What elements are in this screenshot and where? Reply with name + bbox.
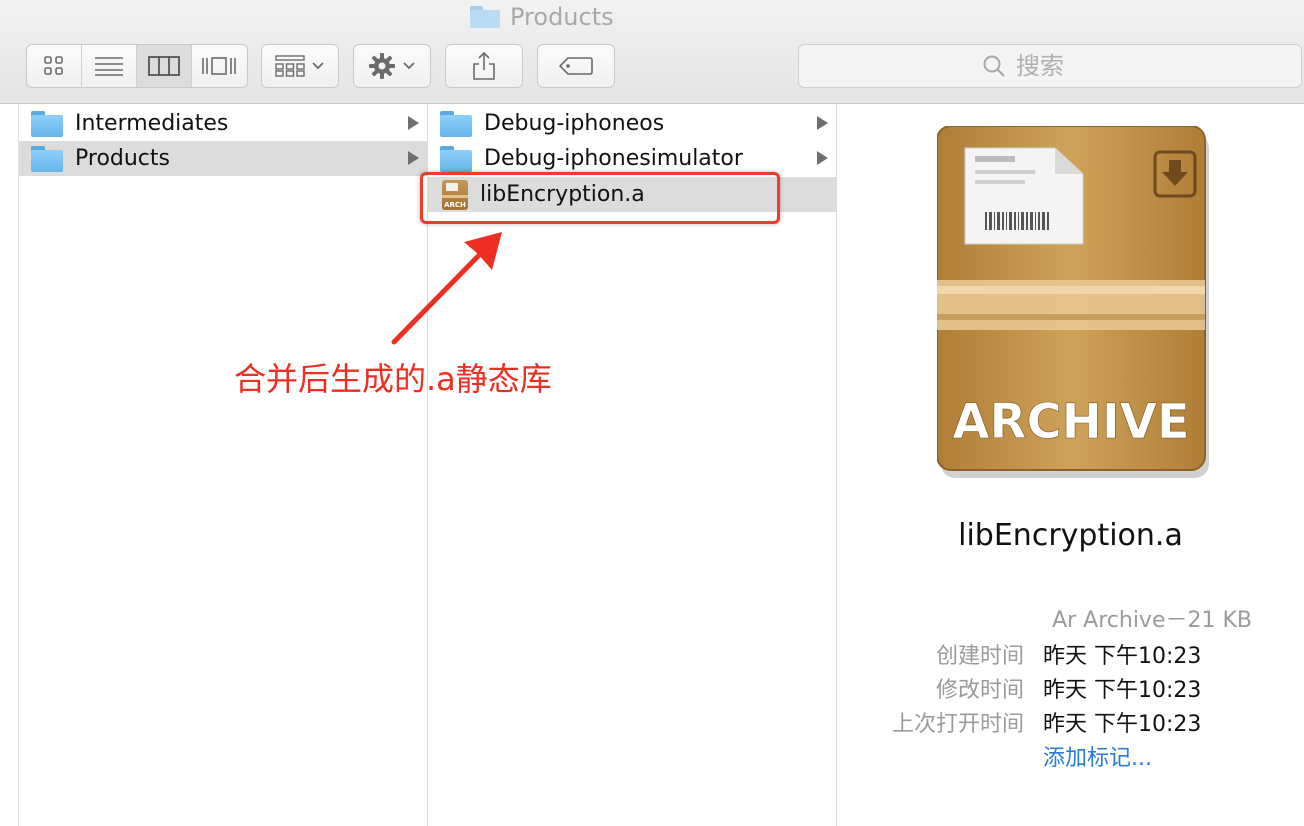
arrange-button[interactable] [261, 44, 339, 88]
chevron-down-icon [403, 62, 415, 70]
disclosure-triangle-icon [408, 151, 419, 165]
gear-icon [369, 53, 395, 79]
column-view-icon [148, 56, 180, 76]
row-label: Intermediates [75, 111, 229, 136]
tag-icon [558, 57, 593, 75]
meta-value: 昨天 下午10:23 [1043, 644, 1202, 669]
preview-pane: ARCHIVE libEncryption.a Ar Archive－21 KB… [837, 104, 1304, 826]
disclosure-triangle-icon [408, 116, 419, 130]
meta-last-opened: 上次打开时间 昨天 下午10:23 [837, 706, 1250, 738]
window-title-text: Products [510, 3, 614, 31]
annotation-text: 合并后生成的.a静态库 [234, 360, 552, 398]
arrange-icon [275, 55, 305, 77]
folder-row-products[interactable]: Products [19, 141, 427, 176]
preview-kind-size: Ar Archive－21 KB [1052, 608, 1252, 633]
list-view-icon [95, 57, 123, 76]
disclosure-triangle-icon [817, 151, 828, 165]
icon-view-icon [44, 56, 63, 75]
action-button[interactable] [353, 44, 431, 88]
meta-value: 昨天 下午10:23 [1043, 678, 1202, 703]
archive-preview-label: ARCHIVE [952, 394, 1189, 450]
share-button[interactable] [445, 44, 523, 88]
meta-modified: 修改时间 昨天 下午10:23 [837, 672, 1250, 704]
column-1: Intermediates Products [18, 104, 428, 826]
tags-button[interactable] [537, 44, 615, 88]
meta-value: 昨天 下午10:23 [1043, 712, 1202, 737]
list-view-button[interactable] [82, 45, 137, 87]
row-label: Debug-iphonesimulator [484, 146, 743, 171]
add-tags-link[interactable]: 添加标记... [1043, 740, 1152, 772]
search-input[interactable] [1014, 51, 1118, 81]
row-label: Products [75, 146, 170, 171]
folder-icon [440, 110, 472, 137]
folder-row-intermediates[interactable]: Intermediates [19, 106, 427, 141]
preview-filename: libEncryption.a [958, 518, 1183, 553]
meta-key: 创建时间 [935, 644, 1024, 669]
folder-row-debug-iphonesimulator[interactable]: Debug-iphonesimulator [428, 141, 836, 176]
search-field[interactable] [798, 44, 1302, 88]
share-icon [473, 51, 495, 80]
column-view-button[interactable] [137, 45, 192, 87]
coverflow-view-button[interactable] [192, 45, 247, 87]
chevron-down-icon [312, 62, 324, 70]
annotation-highlight-box [420, 172, 780, 224]
window-title: Products [470, 2, 614, 32]
view-switcher [26, 44, 248, 88]
row-label: Debug-iphoneos [484, 111, 665, 136]
disclosure-triangle-icon [817, 116, 828, 130]
folder-icon [440, 145, 472, 172]
folder-icon [31, 110, 63, 137]
search-icon [983, 55, 1005, 77]
coverflow-view-icon [202, 57, 237, 75]
folder-icon [31, 145, 63, 172]
folder-row-debug-iphoneos[interactable]: Debug-iphoneos [428, 106, 836, 141]
annotation-arrow-icon [391, 232, 502, 345]
meta-created: 创建时间 昨天 下午10:23 [837, 638, 1250, 670]
icon-view-button[interactable] [27, 45, 82, 87]
folder-icon [470, 6, 500, 28]
meta-key: 修改时间 [935, 678, 1024, 703]
archive-preview-icon: ARCHIVE [937, 126, 1209, 478]
toolbar: Products [0, 0, 1304, 104]
meta-key: 上次打开时间 [891, 712, 1024, 737]
